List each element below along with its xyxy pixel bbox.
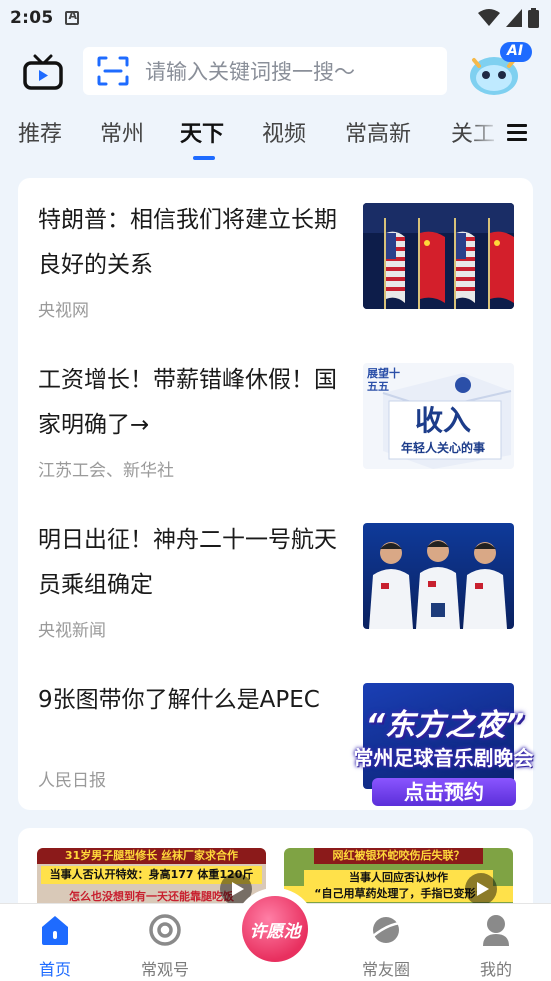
top-header: 请输入关键词搜一搜～ AI bbox=[0, 42, 551, 102]
news-source: 央视网 bbox=[38, 301, 89, 321]
news-thumbnail bbox=[363, 203, 514, 309]
channel-menu-icon[interactable] bbox=[507, 124, 527, 144]
nav-changyou[interactable]: 常友圈 bbox=[346, 904, 426, 981]
promo-subtitle: 常州足球音乐剧晚会 bbox=[353, 746, 534, 770]
scan-icon[interactable] bbox=[97, 56, 129, 86]
status-time: 2:05 bbox=[10, 8, 54, 28]
news-item[interactable]: 工资增长！带薪错峰休假！国家明确了→ 江苏工会、新华社 展望十五五 收入 年轻人… bbox=[18, 358, 533, 518]
video-caption-top: 网红被银环蛇咬伤后失联？ bbox=[314, 848, 483, 864]
nav-changguan[interactable]: 常观号 bbox=[125, 904, 205, 981]
active-tab-indicator bbox=[193, 156, 215, 160]
signal-icon bbox=[506, 9, 522, 27]
news-title: 特朗普：相信我们将建立长期良好的关系 bbox=[38, 207, 337, 278]
wish-pool-label: 许愿池 bbox=[249, 921, 301, 942]
nav-mine-label: 我的 bbox=[479, 960, 512, 979]
promo-book-button[interactable]: 点击预约 bbox=[372, 778, 516, 806]
news-source: 江苏工会、新华社 bbox=[38, 461, 174, 481]
news-title: 工资增长！带薪错峰休假！国家明确了→ bbox=[38, 367, 337, 438]
news-item[interactable]: 明日出征！神舟二十一号航天员乘组确定 央视新闻 bbox=[18, 518, 533, 678]
battery-icon bbox=[528, 8, 539, 28]
wish-pool-button[interactable]: 许愿池 bbox=[234, 888, 316, 970]
wifi-icon bbox=[478, 9, 500, 26]
ai-assistant-button[interactable]: AI bbox=[466, 42, 532, 98]
video-caption-top: 31岁男子腿型修长 丝袜厂家求合作 bbox=[37, 848, 266, 864]
planet-icon bbox=[371, 917, 401, 943]
nav-changyou-label: 常友圈 bbox=[361, 960, 410, 979]
tv-icon[interactable] bbox=[23, 54, 63, 90]
wish-pool-badge: 许愿池 bbox=[242, 896, 308, 962]
nav-mine[interactable]: 我的 bbox=[456, 904, 536, 981]
promo-title: “东方之夜” bbox=[365, 708, 525, 743]
status-bar: 2:05 bbox=[0, 0, 551, 36]
news-source: 人民日报 bbox=[38, 771, 106, 791]
promo-banner[interactable]: “东方之夜” 常州足球音乐剧晚会 点击预约 bbox=[336, 700, 551, 808]
tab-video[interactable]: 视频 bbox=[262, 116, 306, 148]
thumb-sub-text: 年轻人关心的事 bbox=[401, 441, 486, 455]
thumb-main-text: 收入 bbox=[415, 404, 472, 437]
news-item[interactable]: 特朗普：相信我们将建立长期良好的关系 央视网 bbox=[18, 198, 533, 358]
nav-home-label: 首页 bbox=[38, 960, 71, 979]
play-icon[interactable] bbox=[464, 872, 498, 906]
changguan-icon bbox=[149, 914, 181, 946]
news-title: 9张图带你了解什么是APEC bbox=[38, 687, 320, 713]
nav-changguan-label: 常观号 bbox=[140, 960, 189, 979]
thumb-corner-text: 展望十五五 bbox=[367, 367, 400, 393]
tab-recommend[interactable]: 推荐 bbox=[18, 116, 62, 148]
astronauts-image bbox=[363, 523, 514, 629]
home-icon bbox=[42, 916, 68, 945]
tab-changzhou[interactable]: 常州 bbox=[100, 116, 144, 148]
tab-changgaoxin[interactable]: 常高新 bbox=[345, 116, 411, 148]
status-icons bbox=[478, 8, 539, 28]
user-icon bbox=[483, 915, 509, 946]
news-thumbnail: 展望十五五 收入 年轻人关心的事 bbox=[363, 363, 514, 469]
promo-button-label: 点击预约 bbox=[404, 780, 484, 804]
news-thumbnail bbox=[363, 523, 514, 629]
news-title: 明日出征！神舟二十一号航天员乘组确定 bbox=[38, 527, 337, 598]
tab-world[interactable]: 天下 bbox=[180, 116, 224, 148]
flags-image bbox=[363, 203, 514, 309]
search-input[interactable]: 请输入关键词搜一搜～ bbox=[83, 47, 447, 95]
accessibility-icon bbox=[65, 9, 80, 25]
search-placeholder: 请输入关键词搜一搜～ bbox=[145, 60, 355, 84]
nav-home[interactable]: 首页 bbox=[15, 904, 95, 981]
ai-badge-label: AI bbox=[507, 43, 524, 59]
news-source: 央视新闻 bbox=[38, 621, 106, 641]
